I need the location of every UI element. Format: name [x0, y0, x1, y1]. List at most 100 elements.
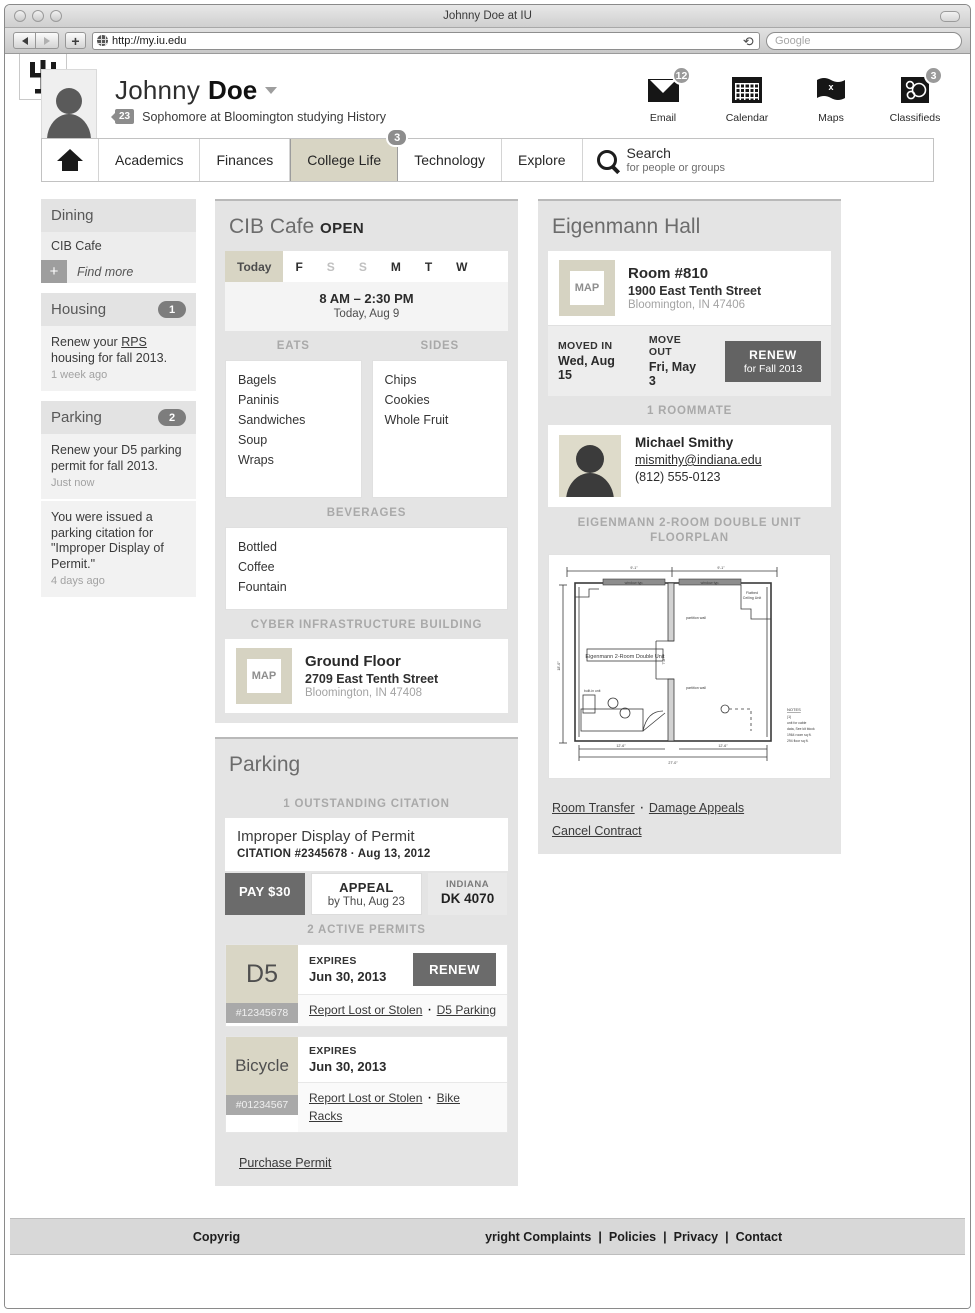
appeal-button[interactable]: APPEAL by Thu, Aug 23 — [310, 873, 422, 915]
renew-button[interactable]: RENEW — [413, 953, 496, 986]
parking-notification-text: You were issued a parking citation for "… — [51, 510, 164, 571]
sidebar-dining-title: Dining — [51, 207, 94, 224]
damage-appeals-link[interactable]: Damage Appeals — [649, 801, 744, 815]
d5-parking-link[interactable]: D5 Parking — [437, 1003, 496, 1017]
sidebar-section-parking: Parking 2 Renew your D5 parking permit f… — [41, 401, 196, 597]
utility-email[interactable]: 12 Email — [634, 66, 692, 124]
chevron-down-icon[interactable] — [265, 87, 278, 94]
utility-calendar[interactable]: Calendar — [718, 70, 776, 124]
tab-day-s2[interactable]: S — [347, 251, 379, 282]
nav-label: Technology — [414, 152, 486, 168]
pay-button[interactable]: PAY $30 — [225, 873, 305, 915]
svg-text:NOTES: NOTES — [787, 707, 801, 712]
cafe-body: Today F S S M T W 8 AM – 2:30 PM Today, … — [215, 251, 518, 723]
footer-privacy-link[interactable]: Privacy — [674, 1230, 718, 1244]
rps-link[interactable]: RPS — [121, 335, 147, 349]
close-button[interactable] — [14, 10, 26, 22]
nav-item-academics[interactable]: Academics — [99, 139, 201, 181]
cancel-contract-link[interactable]: Cancel Contract — [552, 824, 642, 838]
address-bar[interactable]: http://my.iu.edu ⟳ — [92, 31, 760, 50]
list-item: Bottled — [238, 540, 277, 554]
list-item[interactable]: You were issued a parking citation for "… — [41, 501, 196, 597]
nav-item-explore[interactable]: Explore — [502, 139, 583, 181]
sidebar-item-housing[interactable]: Housing 1 — [41, 293, 196, 326]
room-location-row[interactable]: MAP Room #810 1900 East Tenth Street Blo… — [548, 251, 831, 325]
tab-day-m[interactable]: M — [379, 251, 413, 282]
classifieds-count-badge: 3 — [924, 66, 943, 85]
room-city: Bloomington, IN 47406 — [628, 299, 745, 311]
browser-search-input[interactable]: Google — [766, 31, 962, 50]
cafe-location: CYBER INFRASTRUCTURE BUILDING MAP Ground… — [225, 610, 508, 713]
url-text: http://my.iu.edu — [112, 34, 187, 47]
sides-heading: SIDES — [420, 340, 459, 352]
tab-day-f[interactable]: F — [283, 251, 314, 282]
forward-button[interactable] — [36, 32, 59, 49]
tab-today[interactable]: Today — [225, 251, 284, 282]
list-item[interactable]: Renew your D5 parking permit for fall 20… — [41, 434, 196, 499]
user-name[interactable]: Johnny Doe — [115, 75, 278, 106]
sidebar-dining-cib-cafe[interactable]: CIB Cafe — [41, 232, 196, 260]
zoom-button[interactable] — [50, 10, 62, 22]
globe-icon — [97, 35, 108, 46]
list-item[interactable]: Renew your RPS housing for fall 2013. 1 … — [41, 326, 196, 391]
sidebar-find-more[interactable]: + Find more — [41, 260, 196, 283]
avatar[interactable] — [41, 69, 97, 139]
move-out-cell: MOVE OUT Fri, May 3 — [649, 334, 703, 388]
utility-calendar-label: Calendar — [725, 112, 769, 124]
back-button[interactable] — [13, 32, 36, 49]
moved-in-cell: MOVED IN Wed, Aug 15 — [558, 340, 627, 382]
room-transfer-link[interactable]: Room Transfer — [552, 801, 635, 815]
nav-item-college-life[interactable]: College Life 3 — [290, 128, 409, 181]
tab-day-t[interactable]: T — [413, 251, 444, 282]
search-input[interactable]: Search for people or groups — [583, 139, 933, 181]
cafe-beverages: BEVERAGES Bottled Coffee Fountain — [225, 498, 508, 610]
tab-day-s1[interactable]: S — [315, 251, 347, 282]
utility-maps[interactable]: x Maps — [802, 70, 860, 124]
cafe-hours-range: 8 AM – 2:30 PM — [319, 291, 414, 306]
tab-day-w[interactable]: W — [444, 251, 479, 282]
floorplan-image[interactable]: Eigenmann 2-Room Double Unit window typ.… — [548, 554, 831, 779]
permit-expires-date: Jun 30, 2013 — [309, 969, 387, 984]
middle-column: CIB Cafe OPEN Today F S S M T W 8 AM – 2… — [215, 199, 518, 1200]
eats-card: Bagels Paninis Sandwiches Soup Wraps — [225, 360, 362, 498]
toolbar-toggle-button[interactable] — [940, 11, 960, 22]
footer-policies-link[interactable]: Policies — [609, 1230, 656, 1244]
nav-item-finances[interactable]: Finances — [200, 139, 291, 181]
minimize-button[interactable] — [32, 10, 44, 22]
cafe-hours-date: Today, Aug 9 — [333, 308, 400, 320]
sidebar-item-dining[interactable]: Dining — [41, 199, 196, 232]
roommate-email[interactable]: mismithy@indiana.edu — [635, 453, 762, 467]
sidebar-item-parking[interactable]: Parking 2 — [41, 401, 196, 434]
report-lost-link[interactable]: Report Lost or Stolen — [309, 1091, 422, 1105]
move-out-label: MOVE OUT — [648, 334, 681, 358]
roommate-card[interactable]: Michael Smithy mismithy@indiana.edu (812… — [548, 425, 831, 507]
window-controls[interactable] — [14, 10, 62, 22]
nav-home[interactable] — [42, 139, 99, 181]
license-plate: INDIANA DK 4070 — [427, 873, 508, 915]
new-tab-button[interactable]: + — [65, 32, 86, 49]
report-lost-link[interactable]: Report Lost or Stolen — [309, 1003, 422, 1017]
nav-item-technology[interactable]: Technology — [398, 139, 503, 181]
reload-icon[interactable]: ⟳ — [743, 34, 754, 49]
renew-sub-label: for Fall 2013 — [743, 362, 803, 375]
notification-count-badge[interactable]: 23 — [110, 109, 135, 124]
svg-text:7'-2": 7'-2" — [662, 657, 666, 665]
utility-classifieds[interactable]: 3 Classifieds — [886, 66, 944, 124]
cafe-menu-sides: SIDES Chips Cookies Whole Fruit — [371, 331, 508, 498]
svg-text:9'-1": 9'-1" — [630, 566, 638, 570]
map-icon[interactable]: MAP — [559, 260, 615, 316]
renew-housing-button[interactable]: RENEW for Fall 2013 — [725, 340, 821, 382]
search-title: Search — [626, 144, 671, 161]
purchase-permit-link[interactable]: Purchase Permit — [239, 1156, 331, 1170]
cafe-location-row[interactable]: MAP Ground Floor 2709 East Tenth Street … — [225, 639, 508, 713]
right-column: Eigenmann Hall MAP Room #810 1900 East T… — [538, 199, 841, 868]
svg-text:12'-6": 12'-6" — [616, 744, 626, 748]
user-first-name: Johnny — [115, 75, 201, 105]
cafe-panel: CIB Cafe OPEN Today F S S M T W 8 AM – 2… — [215, 199, 518, 723]
permit-expires-date: Jun 30, 2013 — [309, 1059, 387, 1074]
permit-details: EXPIRES Jun 30, 2013 RENEW Report Lost o… — [298, 945, 507, 1026]
footer-contact-link[interactable]: Contact — [736, 1230, 783, 1244]
browser-search-placeholder: Google — [775, 34, 811, 47]
map-icon[interactable]: MAP — [236, 648, 292, 704]
room-number: Room #810 — [628, 265, 709, 282]
